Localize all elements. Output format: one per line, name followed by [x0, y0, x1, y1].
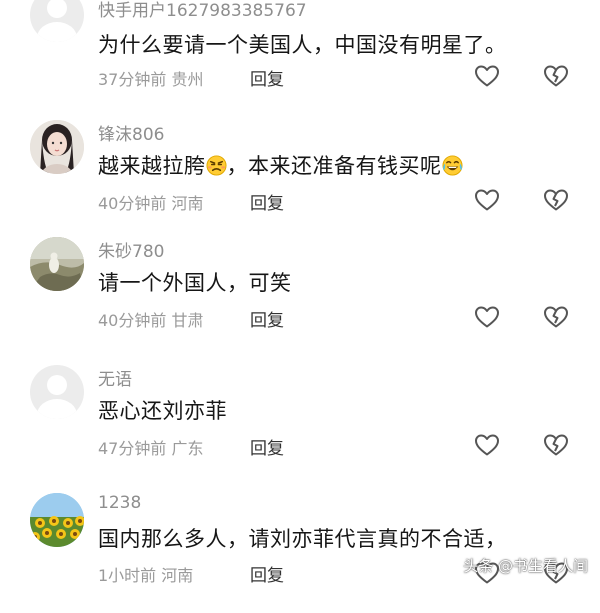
comment-text-part: ，本来还准备有钱买呢: [226, 154, 442, 178]
comment-time: 40分钟前: [98, 194, 167, 213]
comment-meta: 1小时前 河南: [98, 562, 193, 586]
avatar[interactable]: [30, 493, 84, 547]
comment-text: 国内那么多人，请刘亦菲代言真的不合适，: [98, 527, 507, 551]
comment-meta: 37分钟前 贵州: [98, 66, 203, 90]
comment-time: 47分钟前: [98, 439, 167, 458]
comment-text: 越来越拉胯 ，本来还准备有钱买呢: [98, 150, 463, 180]
comment-text: 为什么要请一个美国人，中国没有明星了。: [98, 33, 507, 57]
reply-button[interactable]: 回复: [250, 561, 284, 586]
comment-time: 1小时前: [98, 566, 157, 585]
comment-location: 河南: [171, 194, 204, 213]
reply-button[interactable]: 回复: [250, 306, 284, 331]
avatar[interactable]: [30, 365, 84, 419]
broken-heart-outline-icon[interactable]: [543, 305, 569, 329]
comment-item: 快手用户1627983385767 为什么要请一个美国人，中国没有明星了。 37…: [0, 0, 600, 112]
avatar[interactable]: [30, 0, 84, 42]
comment-time: 40分钟前: [98, 311, 167, 330]
heart-outline-icon[interactable]: [474, 188, 500, 212]
comment-item: 1238 国内那么多人，请刘亦菲代言真的不合适， 1小时前 河南 回复: [0, 485, 600, 613]
heart-outline-icon[interactable]: [474, 64, 500, 88]
comment-item: 无语 恶心还刘亦菲 47分钟前 广东 回复: [0, 357, 600, 485]
broken-heart-outline-icon[interactable]: [543, 64, 569, 88]
avatar[interactable]: [30, 237, 84, 291]
comment-text: 恶心还刘亦菲: [98, 399, 227, 423]
comment-username[interactable]: 朱砂780: [98, 237, 164, 262]
heart-outline-icon[interactable]: [474, 305, 500, 329]
reply-button[interactable]: 回复: [250, 434, 284, 459]
comment-item: 朱砂780 请一个外国人，可笑 40分钟前 甘肃 回复: [0, 229, 600, 357]
heart-outline-icon[interactable]: [474, 433, 500, 457]
comment-username[interactable]: 无语: [98, 365, 132, 390]
broken-heart-outline-icon[interactable]: [543, 433, 569, 457]
reply-button[interactable]: 回复: [250, 65, 284, 90]
comment-location: 河南: [161, 566, 194, 585]
watermark: 头条 @书生看人间: [463, 557, 588, 575]
comment-username[interactable]: 快手用户1627983385767: [98, 0, 307, 21]
comment-meta: 47分钟前 广东: [98, 435, 203, 459]
comment-username[interactable]: 锋沫806: [98, 120, 164, 145]
comment-username[interactable]: 1238: [98, 493, 141, 513]
comment-location: 广东: [171, 439, 204, 458]
broken-heart-outline-icon[interactable]: [543, 188, 569, 212]
comment-time: 37分钟前: [98, 70, 167, 89]
comment-item: 锋沫806 越来越拉胯 ，本来还准备有钱买呢 40分钟前 河南 回复: [0, 112, 600, 240]
avatar[interactable]: [30, 120, 84, 174]
angry-face-icon: [205, 155, 227, 176]
comment-meta: 40分钟前 甘肃: [98, 307, 203, 331]
comment-location: 甘肃: [171, 311, 204, 330]
comment-text-part: 越来越拉胯: [98, 154, 206, 178]
comment-location: 贵州: [171, 70, 204, 89]
tears-of-joy-face-icon: [441, 155, 463, 176]
reply-button[interactable]: 回复: [250, 189, 284, 214]
comment-meta: 40分钟前 河南: [98, 190, 203, 214]
comment-text: 请一个外国人，可笑: [98, 271, 292, 295]
